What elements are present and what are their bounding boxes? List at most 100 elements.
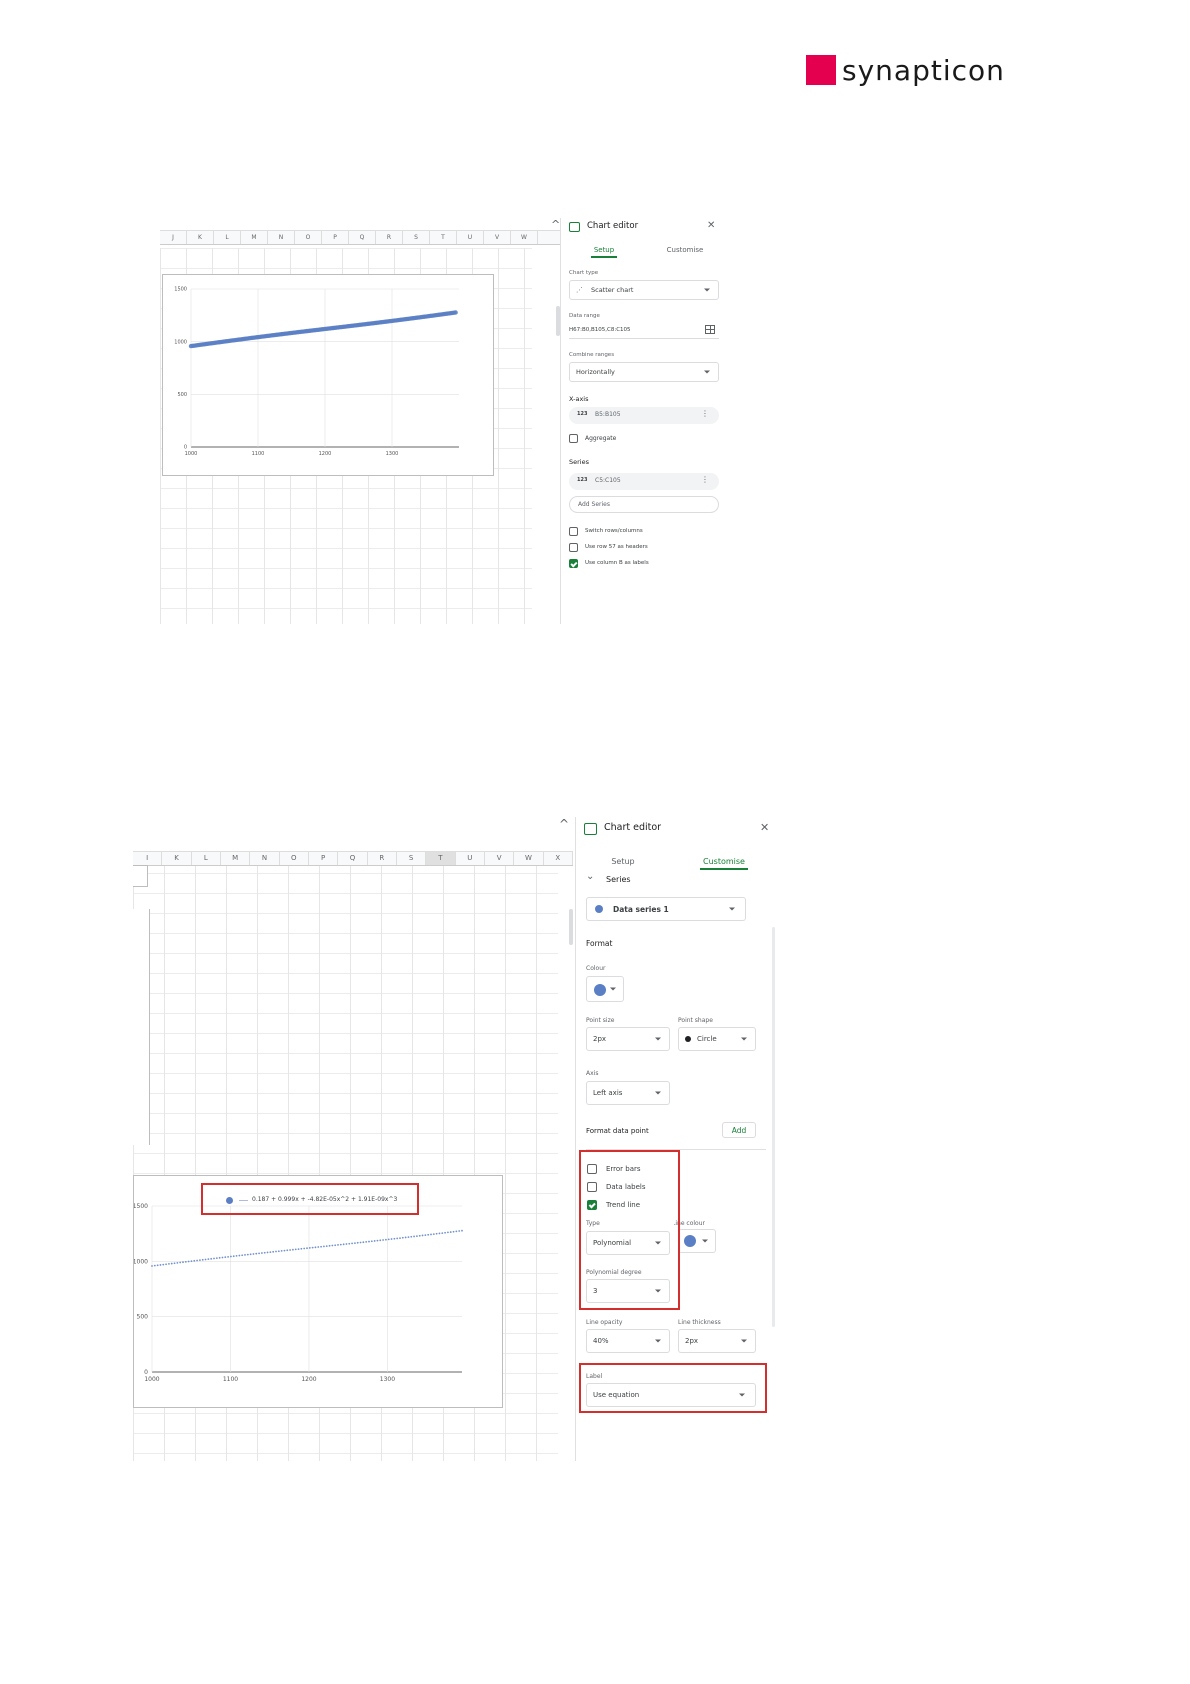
aggregate-checkbox[interactable] — [569, 434, 578, 443]
line-colour-swatch-icon — [684, 1235, 696, 1247]
chart-type-select[interactable]: ⋰ Scatter chart — [569, 280, 719, 300]
more-vert-icon[interactable]: ⋮ — [701, 475, 709, 484]
point-shape-select[interactable]: Circle — [678, 1027, 756, 1051]
tab-customise[interactable]: Customise — [661, 246, 709, 254]
column-header-u[interactable]: U — [456, 852, 485, 865]
sheet-scrollbar[interactable] — [569, 909, 573, 945]
data-point — [356, 1241, 359, 1244]
data-point — [407, 1236, 410, 1239]
add-series-button[interactable]: Add Series — [569, 496, 719, 513]
combine-label: Combine ranges — [569, 352, 615, 358]
data-point — [224, 1256, 227, 1259]
column-header-w[interactable]: W — [511, 231, 538, 244]
data-point — [179, 1261, 182, 1264]
column-header-x[interactable]: X — [544, 852, 573, 865]
column-header-t[interactable]: T — [426, 852, 456, 865]
switch-rows-checkbox[interactable] — [569, 527, 578, 536]
y-tick-label: 1000 — [134, 1258, 148, 1265]
series-range-chip[interactable]: 123 C5:C105 ⋮ — [569, 473, 719, 490]
column-header-v[interactable]: V — [484, 231, 511, 244]
close-icon[interactable]: ✕ — [760, 821, 769, 834]
column-header-s[interactable]: S — [403, 231, 430, 244]
column-header-p[interactable]: P — [309, 852, 339, 865]
data-point — [421, 1234, 424, 1237]
column-header-p[interactable]: P — [322, 231, 349, 244]
add-data-point-button[interactable]: Add — [722, 1122, 756, 1138]
column-header-u[interactable]: U — [457, 231, 484, 244]
data-point — [413, 1235, 415, 1238]
column-header-q[interactable]: Q — [349, 231, 376, 244]
more-vert-icon[interactable]: ⋮ — [701, 409, 709, 418]
line-colour-picker[interactable] — [678, 1229, 716, 1253]
data-point — [168, 1263, 170, 1265]
use-column-labels-checkbox[interactable] — [569, 559, 578, 568]
column-header-j[interactable]: J — [160, 231, 187, 244]
chart-editor-icon — [569, 222, 580, 232]
data-point — [427, 1233, 430, 1236]
data-point — [390, 1238, 393, 1240]
column-header-o[interactable]: O — [280, 852, 309, 865]
data-point — [308, 1247, 311, 1249]
add-label: Add — [731, 1126, 747, 1135]
line-thickness-select[interactable]: 2px — [678, 1329, 756, 1353]
column-header-r[interactable]: R — [368, 852, 397, 865]
column-header-l[interactable]: L — [214, 231, 241, 244]
data-point — [176, 1261, 179, 1264]
chevron-down-icon[interactable]: ⌄ — [586, 871, 594, 882]
data-point — [263, 1251, 266, 1254]
tab-setup[interactable]: Setup — [606, 857, 640, 866]
column-header-o[interactable]: O — [295, 231, 322, 244]
data-point — [362, 1241, 365, 1244]
column-header-s[interactable]: S — [397, 852, 427, 865]
line-opacity-select[interactable]: 40% — [586, 1329, 670, 1353]
column-header-n[interactable]: N — [268, 231, 295, 244]
tab-setup[interactable]: Setup — [591, 246, 617, 258]
data-point — [300, 1247, 303, 1250]
data-point — [230, 1255, 232, 1258]
data-range-value[interactable]: H67:B0,B105,C8:C105 — [569, 327, 631, 333]
data-point — [438, 1232, 441, 1235]
combine-select[interactable]: Horizontally — [569, 362, 719, 382]
chevron-down-icon — [741, 1037, 747, 1041]
column-header-k[interactable]: K — [162, 852, 192, 865]
grid-select-icon[interactable] — [705, 325, 715, 334]
axis-select[interactable]: Left axis — [586, 1081, 670, 1105]
xaxis-range-chip[interactable]: 123 B5:B105 ⋮ — [569, 407, 719, 424]
data-point — [261, 1252, 263, 1254]
column-header-q[interactable]: Q — [338, 852, 368, 865]
data-range-underline — [569, 338, 719, 339]
colour-picker[interactable] — [586, 976, 624, 1002]
data-point — [199, 1259, 201, 1262]
data-point — [235, 1254, 238, 1257]
data-point — [303, 1247, 306, 1250]
tab-customise[interactable]: Customise — [700, 857, 748, 870]
collapse-chevron-icon[interactable]: ^ — [559, 817, 569, 831]
point-size-select[interactable]: 2px — [586, 1027, 670, 1051]
column-header-l[interactable]: L — [192, 852, 221, 865]
colour-label: Colour — [586, 965, 606, 972]
data-point — [184, 1260, 187, 1263]
column-header-w[interactable]: W — [514, 852, 544, 865]
use-row-headers-checkbox[interactable] — [569, 543, 578, 552]
close-icon[interactable]: ✕ — [707, 220, 715, 231]
format-heading: Format — [586, 939, 613, 948]
series-select[interactable]: Data series 1 — [586, 897, 746, 921]
column-header-v[interactable]: V — [485, 852, 515, 865]
data-point — [246, 1253, 249, 1256]
data-point — [376, 1239, 379, 1242]
column-header-m[interactable]: M — [221, 852, 251, 865]
y-tick-label: 500 — [177, 392, 187, 398]
series-section-heading[interactable]: Series — [606, 875, 631, 884]
column-header-n[interactable]: N — [250, 852, 280, 865]
editor-scrollbar[interactable] — [772, 927, 775, 1327]
column-header-r[interactable]: R — [376, 231, 403, 244]
scatter-chart-1[interactable]: 1500 1000 500 0 1000 1100 1200 1300 — [162, 274, 494, 476]
data-point — [458, 1230, 461, 1232]
column-header-t[interactable]: T — [430, 231, 457, 244]
data-point — [342, 1243, 345, 1246]
data-point — [323, 1245, 325, 1248]
column-header-i[interactable]: I — [133, 852, 163, 865]
combine-value: Horizontally — [576, 368, 615, 376]
column-header-k[interactable]: K — [187, 231, 214, 244]
column-header-m[interactable]: M — [241, 231, 268, 244]
